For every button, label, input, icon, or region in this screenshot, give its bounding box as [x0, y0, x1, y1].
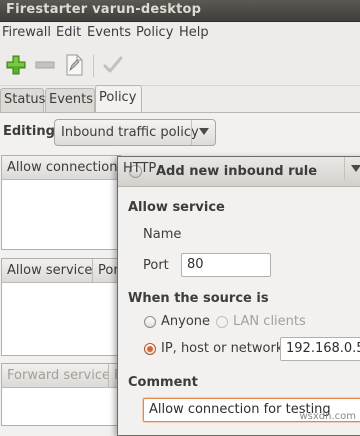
radio-ip-host-network-label[interactable]: IP, host or network — [161, 341, 283, 356]
menu-firewall[interactable]: Firewall — [2, 25, 51, 40]
add-icon[interactable] — [5, 54, 27, 76]
menu-events[interactable]: Events — [87, 25, 131, 40]
address-field[interactable]: 192.168.0.56 — [280, 337, 360, 361]
port-label: Port — [143, 258, 169, 273]
services-list[interactable]: Allow service Port — [1, 258, 122, 356]
toolbar — [0, 44, 360, 86]
policy-selector[interactable]: Inbound traffic policy — [54, 119, 216, 146]
forward-service-column-header: Forward service — [2, 364, 109, 388]
radio-lan-clients-label: LAN clients — [233, 314, 306, 329]
source-heading: When the source is — [128, 291, 269, 306]
remove-icon[interactable] — [34, 54, 56, 76]
service-column-header[interactable]: Allow service — [2, 259, 93, 283]
service-name-value: HTTP — [123, 161, 157, 176]
tab-status[interactable]: Status — [0, 88, 45, 112]
tab-events[interactable]: Events — [45, 88, 95, 112]
dialog-title: Add new inbound rule — [156, 164, 318, 179]
connections-list[interactable]: Allow connections f — [1, 155, 122, 250]
radio-ip-host-network[interactable] — [144, 343, 156, 355]
allow-service-heading: Allow service — [128, 200, 225, 215]
forward-list: Forward service F — [1, 363, 122, 426]
name-label: Name — [143, 227, 182, 242]
connections-column-header[interactable]: Allow connections f — [2, 156, 122, 180]
dropdown-arrow-icon[interactable] — [191, 120, 215, 145]
dropdown-arrow-icon[interactable] — [344, 157, 360, 180]
policy-selector-value: Inbound traffic policy — [61, 125, 199, 140]
menubar: Firewall Edit Events Policy Help — [0, 22, 360, 44]
toolbar-separator — [93, 55, 94, 77]
menu-help[interactable]: Help — [179, 25, 209, 40]
radio-anyone[interactable] — [144, 316, 156, 328]
edit-document-icon[interactable] — [63, 54, 85, 76]
comment-heading: Comment — [128, 375, 198, 390]
radio-lan-clients — [216, 316, 228, 328]
apply-checkmark-icon[interactable] — [102, 54, 124, 76]
menu-edit[interactable]: Edit — [56, 25, 81, 40]
tab-row: Status Events Policy — [0, 85, 360, 113]
window-title: Firestarter varun-desktop — [6, 2, 202, 17]
port-field[interactable]: 80 — [181, 253, 271, 277]
tab-policy[interactable]: Policy — [95, 85, 142, 113]
radio-anyone-label[interactable]: Anyone — [161, 314, 210, 329]
add-inbound-rule-dialog: Add new inbound rule Allow service Name … — [117, 156, 360, 436]
window-titlebar[interactable]: Firestarter varun-desktop — [0, 0, 360, 22]
editing-label: Editing — [3, 124, 55, 139]
watermark: wsxdn.com — [299, 411, 356, 422]
menu-policy[interactable]: Policy — [136, 25, 173, 40]
